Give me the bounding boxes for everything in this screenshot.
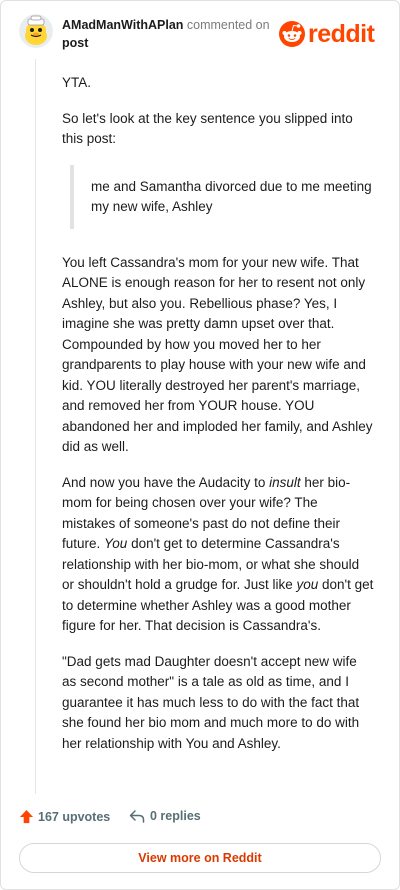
post-link[interactable]: post bbox=[62, 34, 277, 52]
embedded-comment-card: AMadManWithAPlan commented on post reddi… bbox=[0, 0, 400, 890]
comment-paragraph: YTA. bbox=[62, 75, 92, 90]
upvote-count: 167 upvotes bbox=[38, 809, 111, 824]
comment-body: YTA. So let's look at the key sentence y… bbox=[62, 73, 374, 769]
blockquote: me and Samantha divorced due to me meeti… bbox=[70, 164, 374, 229]
view-more-on-reddit-button[interactable]: View more on Reddit bbox=[19, 843, 381, 873]
comment-paragraph: "Dad gets mad Daughter doesn't accept ne… bbox=[62, 653, 360, 751]
upvotes-button[interactable]: 167 upvotes bbox=[19, 809, 110, 824]
italic-text: You bbox=[104, 536, 128, 551]
comment-meta: AMadManWithAPlan commented on post bbox=[62, 16, 277, 52]
reddit-wordmark: reddit bbox=[308, 20, 375, 48]
reddit-logo[interactable]: reddit bbox=[279, 19, 387, 49]
comment-paragraph: So let's look at the key sentence you sl… bbox=[62, 110, 353, 147]
comment-paragraph: You left Cassandra's mom for your new wi… bbox=[62, 254, 373, 455]
user-avatar[interactable] bbox=[19, 14, 53, 48]
italic-text: insult bbox=[269, 474, 301, 490]
reply-arrow-icon bbox=[129, 810, 145, 823]
quote-text: me and Samantha divorced due to me meeti… bbox=[91, 178, 372, 215]
reddit-alien-icon bbox=[279, 21, 305, 47]
italic-text: you bbox=[296, 577, 319, 592]
replies-button[interactable]: 0 replies bbox=[129, 809, 201, 823]
upvote-arrow-icon bbox=[19, 809, 34, 824]
reply-count: 0 replies bbox=[150, 809, 201, 823]
thread-line bbox=[35, 59, 36, 794]
comment-footer: 167 upvotes 0 replies bbox=[19, 807, 379, 829]
text-run: And now you have the Audacity to bbox=[62, 474, 270, 490]
snoo-avatar-icon bbox=[19, 14, 53, 48]
comment-action-text: commented on bbox=[186, 18, 270, 32]
comment-paragraph: And now you have the Audacity to insult … bbox=[62, 473, 374, 637]
username-link[interactable]: AMadManWithAPlan bbox=[62, 18, 183, 32]
